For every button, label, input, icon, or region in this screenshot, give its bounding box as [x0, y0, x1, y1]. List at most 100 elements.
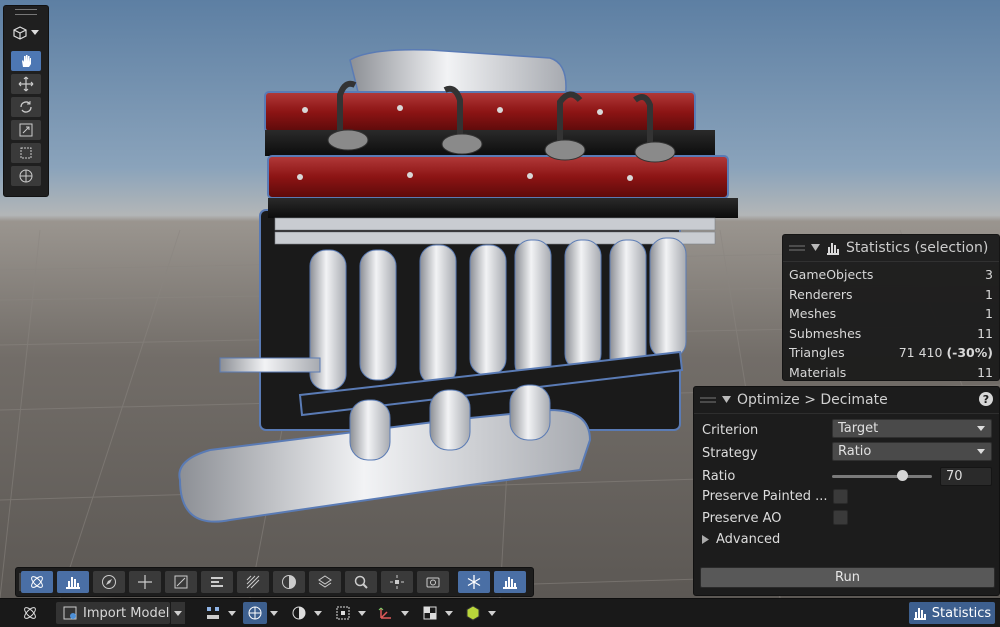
snowflake-icon [467, 575, 481, 589]
material-button[interactable] [461, 602, 485, 624]
ratio-input[interactable]: 70 [940, 467, 992, 486]
view-mode-dropdown[interactable] [4, 18, 48, 48]
stat-label: GameObjects [789, 267, 874, 283]
stat-label: Submeshes [789, 325, 862, 341]
checker-button[interactable] [418, 602, 442, 624]
compass-button[interactable] [93, 571, 125, 593]
statistics-toggle-label: Statistics [931, 605, 992, 621]
snowflake-button[interactable] [458, 571, 490, 593]
stat-value: 1 [985, 306, 993, 322]
strategy-dropdown[interactable]: Ratio [832, 442, 992, 461]
optimize-header[interactable]: Optimize > Decimate ? [694, 387, 999, 414]
stats-overlay-button[interactable] [494, 571, 526, 593]
statistics-toggle-button[interactable]: Statistics [909, 602, 995, 624]
shading-dropdown-caret[interactable] [267, 602, 281, 624]
chevron-down-icon [977, 426, 985, 431]
view-tool-button[interactable] [11, 51, 41, 71]
help-icon[interactable]: ? [979, 392, 993, 406]
stat-value-group: 71 410 (-30%) [899, 345, 993, 360]
stat-row: Renderers 1 [783, 285, 999, 305]
collapse-triangle-icon[interactable] [811, 244, 820, 252]
transform-icon [19, 169, 33, 183]
stat-label: Renderers [789, 286, 853, 302]
stat-value: 11 [977, 364, 993, 380]
chevron-down-icon [977, 449, 985, 454]
statistics-header[interactable]: Statistics (selection) [783, 235, 999, 262]
bar-chart-icon [827, 243, 839, 255]
preserve-ao-label: Preserve AO [702, 511, 782, 526]
preserve-ao-checkbox[interactable] [833, 510, 848, 525]
bar-chart-icon [66, 577, 80, 589]
pivot-dropdown-caret[interactable] [398, 602, 412, 624]
camera-icon [426, 577, 440, 588]
cube-icon [466, 605, 480, 621]
import-icon [63, 606, 77, 620]
shading-button[interactable] [273, 571, 305, 593]
criterion-dropdown[interactable]: Target [832, 419, 992, 438]
stat-row: GameObjects 3 [783, 265, 999, 285]
preserve-painted-checkbox[interactable] [833, 489, 848, 504]
merge-button[interactable] [165, 571, 197, 593]
snap-dropdown-caret[interactable] [355, 602, 369, 624]
statistics-tool-button[interactable] [57, 571, 89, 593]
run-button[interactable]: Run [700, 567, 995, 588]
drag-handle[interactable] [4, 6, 48, 18]
collapse-triangle-icon[interactable] [722, 396, 731, 404]
shading-mode-button[interactable] [243, 602, 267, 624]
stat-value: 1 [985, 286, 993, 302]
sphere-icon [282, 575, 296, 589]
drag-handle-icon [789, 245, 805, 251]
preserve-painted-label: Preserve Painted ... [702, 489, 828, 504]
explode-button[interactable] [381, 571, 413, 593]
atom-menu-button[interactable] [18, 602, 42, 624]
layers-button[interactable] [309, 571, 341, 593]
rotate-tool-button[interactable] [11, 97, 41, 117]
bar-chart-icon [503, 577, 517, 589]
import-model-button[interactable]: Import Model [56, 602, 170, 624]
camera-button[interactable] [417, 571, 449, 593]
snap-button[interactable] [331, 602, 355, 624]
stat-row: Materials 11 [783, 363, 999, 383]
stat-label: Meshes [789, 306, 837, 322]
align-icon [211, 577, 223, 587]
criterion-value: Target [838, 421, 879, 436]
optimize-title: Optimize > Decimate [737, 392, 888, 408]
rotate-icon [20, 101, 32, 113]
advanced-foldout[interactable]: Advanced [702, 532, 780, 547]
optimize-tool-button[interactable] [21, 571, 53, 593]
bottom-toolbar: Import Model Statistics [0, 598, 1000, 627]
grid-button[interactable] [237, 571, 269, 593]
import-dropdown-caret[interactable] [171, 602, 185, 624]
engine-model[interactable] [170, 40, 750, 530]
stat-value: 3 [985, 267, 993, 283]
viewport-toolbar [15, 567, 534, 597]
lighting-button[interactable] [287, 602, 311, 624]
statistics-title: Statistics (selection) [846, 240, 989, 256]
ratio-slider-thumb[interactable] [896, 470, 908, 481]
chevron-down-icon [31, 30, 39, 35]
checker-dropdown-caret[interactable] [442, 602, 456, 624]
search-button[interactable] [345, 571, 377, 593]
stat-value: 11 [977, 325, 993, 341]
pivot-button[interactable] [374, 602, 398, 624]
transform-tool-button[interactable] [11, 166, 41, 186]
stat-row: Submeshes 11 [783, 324, 999, 344]
stat-label: Triangles [789, 345, 845, 361]
ratio-slider-track[interactable] [832, 475, 932, 478]
atom-icon [24, 607, 36, 619]
checker-icon [423, 606, 437, 620]
rect-tool-button[interactable] [11, 143, 41, 163]
stat-label: Materials [789, 364, 847, 380]
material-dropdown-caret[interactable] [485, 602, 499, 624]
layers-icon [318, 575, 332, 588]
move-tool-button[interactable] [11, 74, 41, 94]
scale-tool-button[interactable] [11, 120, 41, 140]
move-gizmo-button[interactable] [129, 571, 161, 593]
align-button[interactable] [201, 571, 233, 593]
hierarchy-button[interactable] [201, 602, 225, 624]
hierarchy-dropdown-caret[interactable] [225, 602, 239, 624]
rect-transform-icon [20, 147, 32, 159]
lighting-dropdown-caret[interactable] [311, 602, 325, 624]
compass-icon [102, 575, 116, 589]
strategy-value: Ratio [838, 444, 872, 459]
